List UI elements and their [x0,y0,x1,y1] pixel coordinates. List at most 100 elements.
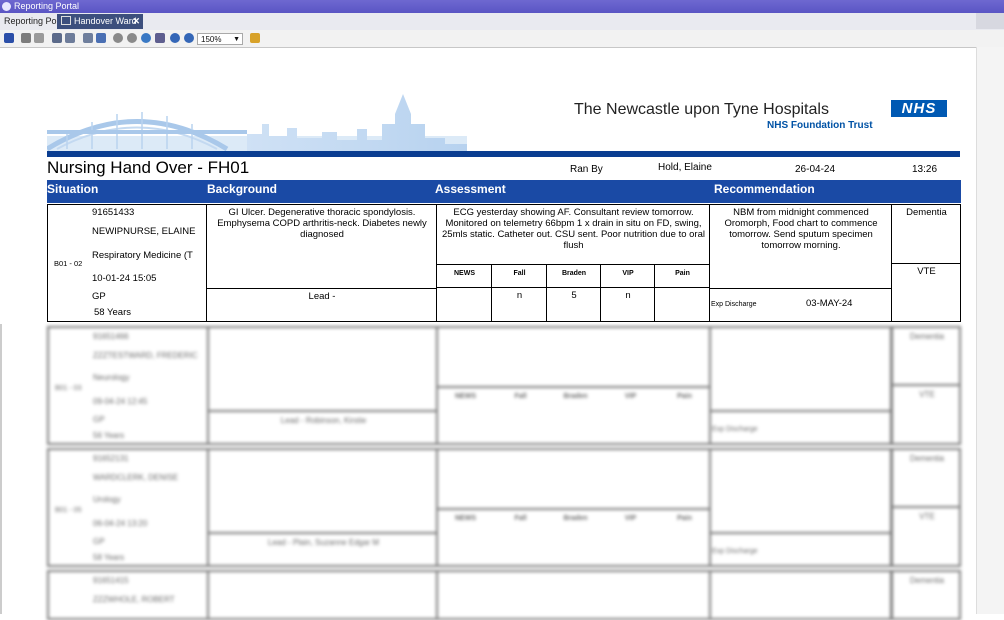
patient-gp: GP [92,291,106,302]
save-icon[interactable] [4,33,14,43]
ran-by-name: Hold, Elaine [658,162,712,173]
patient-gp: GP [93,415,105,424]
scores-cell: NEWS Fall Braden VIP Pain [436,508,711,567]
recommendation-cell [709,570,892,620]
background-cell [207,326,438,412]
export-icon[interactable] [155,33,165,43]
background-cell [207,448,438,534]
vte-flag: VTE [919,390,935,399]
news-header: NEWS [454,270,475,277]
lead-cell: Lead - Robinson, Kirstie [207,410,438,445]
pain-header-cell: Pain [654,264,710,288]
bed-number: B01 - 05 [55,507,82,514]
report-toolbar [0,30,1004,48]
fall-header: Fall [514,393,527,400]
zoom-in-icon[interactable] [170,33,180,43]
app-icon [2,2,11,11]
recommendation-cell [709,326,892,412]
situation-heading: Situation [47,182,99,196]
banner-rule [47,151,960,157]
dementia-cell: Dementia [891,570,961,620]
window-title-bar: Reporting Portal [0,0,1004,13]
patient-name: WARDCLERK, DENISE [93,473,179,482]
fall-header-cell: Fall [491,264,547,288]
tab-bar: Reporting Portal Handover Ward ✕ [0,13,1004,31]
zoom-out-icon[interactable] [184,33,194,43]
find-icon[interactable] [52,33,62,43]
lead-text: Lead - Plain, Suzanne Edgar M [267,538,380,547]
bed-number: B01 - 03 [55,385,82,392]
background-cell: GI Ulcer. Degenerative thoracic spondylo… [206,204,437,289]
braden-value: 5 [571,290,577,301]
news-header: NEWS [455,393,476,400]
section-header-bar: Situation Background Assessment Recommen… [47,180,961,203]
stop-icon[interactable] [113,33,123,43]
lead-text: Lead - [308,291,336,302]
bed-cell: B01 - 02 [47,204,90,322]
vte-cell: VTE [891,263,961,322]
dementia-flag: Dementia [909,454,945,463]
pain-header: Pain [677,393,692,400]
fall-value-cell: n [491,287,547,322]
assessment-cell: ECG yesterday showing AF. Consultant rev… [436,204,710,265]
patient-gp: GP [93,537,105,546]
nhs-logo: NHS [891,100,947,117]
braden-header: Braden [561,270,587,277]
vip-header: VIP [622,270,634,277]
patient-mrn: 91651433 [92,207,135,218]
tab-handover-ward[interactable]: Handover Ward ✕ [57,14,143,29]
scores-cell: NEWS Fall Braden VIP Pain [436,386,711,445]
fall-value: n [516,290,523,301]
report-icon [61,16,71,25]
report-title: Nursing Hand Over - FH01 [47,158,250,177]
recommendation-heading: Recommendation [714,182,815,196]
vip-header: VIP [624,393,637,400]
patient-details-cell: B01 - 03 91651466 ZZZTESTWARD, FREDERIC … [47,326,209,445]
vip-header-cell: VIP [600,264,655,288]
vip-header: VIP [624,515,637,522]
assessment-cell [436,326,711,388]
patient-age: 56 Years [93,431,125,440]
record-icon[interactable] [127,33,137,43]
print-layout-icon[interactable] [34,33,44,43]
fall-header: Fall [514,515,527,522]
tab-label: Handover Ward [74,16,137,26]
exp-discharge-label: Exp Discharge [712,426,758,433]
assessment-text: ECG yesterday showing AF. Consultant rev… [442,207,705,251]
background-heading: Background [207,182,278,196]
dementia-flag: Dementia [909,576,945,585]
print-icon[interactable] [21,33,31,43]
patient-age: 58 Years [94,307,131,318]
news-header: NEWS [455,515,476,522]
first-page-icon[interactable] [83,33,93,43]
vte-flag: VTE [919,512,935,521]
patient-specialty: Neurology [93,373,130,382]
discharge-cell: Exp Discharge [709,410,892,445]
patient-mrn: 91651415 [93,576,129,585]
dementia-cell: Dementia [891,204,961,264]
zoom-select[interactable]: 150% ▼ [197,33,243,45]
chevron-down-icon: ▼ [233,36,240,43]
dementia-flag: Dementia [906,207,947,218]
discharge-cell: Exp Discharge [709,532,892,567]
help-icon[interactable] [250,33,260,43]
lead-text: Lead - Robinson, Kirstie [280,416,367,425]
vte-cell: VTE [891,506,961,567]
braden-value-cell: 5 [546,287,601,322]
dementia-cell: Dementia [891,448,961,508]
exp-discharge-label: Exp Discharge [711,301,757,308]
news-header-cell: NEWS [436,264,492,288]
find-next-icon[interactable] [65,33,75,43]
vip-value: n [625,290,631,301]
braden-header-cell: Braden [546,264,601,288]
close-tab-icon[interactable]: ✕ [132,14,140,29]
dementia-cell: Dementia [891,326,961,386]
recommendation-cell: NBM from midnight commenced Oromorph, Fo… [709,204,892,289]
patient-name: ZZZTESTWARD, FREDERIC [93,351,198,360]
bed-number: B01 - 02 [54,259,83,268]
window-title: Reporting Portal [14,1,80,11]
vertical-scrollbar[interactable] [976,47,1004,614]
refresh-icon[interactable] [141,33,151,43]
previous-page-icon[interactable] [96,33,106,43]
fall-header: Fall [513,270,526,277]
